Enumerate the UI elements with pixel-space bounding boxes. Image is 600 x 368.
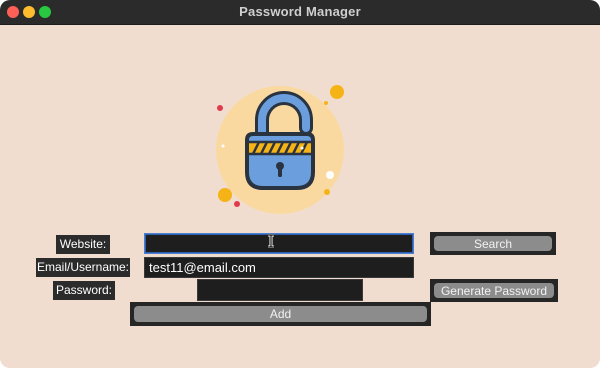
title-bar: Password Manager (0, 0, 600, 25)
search-button-frame: Search (430, 232, 556, 255)
text-cursor-icon (268, 234, 274, 248)
add-button-frame: Add (130, 302, 431, 326)
password-input[interactable] (197, 279, 363, 301)
website-input[interactable] (144, 233, 414, 254)
generate-password-button[interactable]: Generate Password (434, 283, 554, 298)
padlock-open-icon (216, 85, 344, 214)
add-button[interactable]: Add (134, 306, 427, 322)
generate-password-button-frame: Generate Password (430, 279, 558, 302)
search-button[interactable]: Search (434, 236, 552, 251)
window-title: Password Manager (239, 4, 361, 19)
email-input[interactable]: test11@email.com (144, 257, 414, 278)
website-label: Website: (56, 235, 110, 254)
email-label: Email/Username: (36, 258, 130, 277)
password-label: Password: (53, 281, 115, 300)
app-window: Password Manager Website: Search Email/U… (0, 0, 600, 368)
